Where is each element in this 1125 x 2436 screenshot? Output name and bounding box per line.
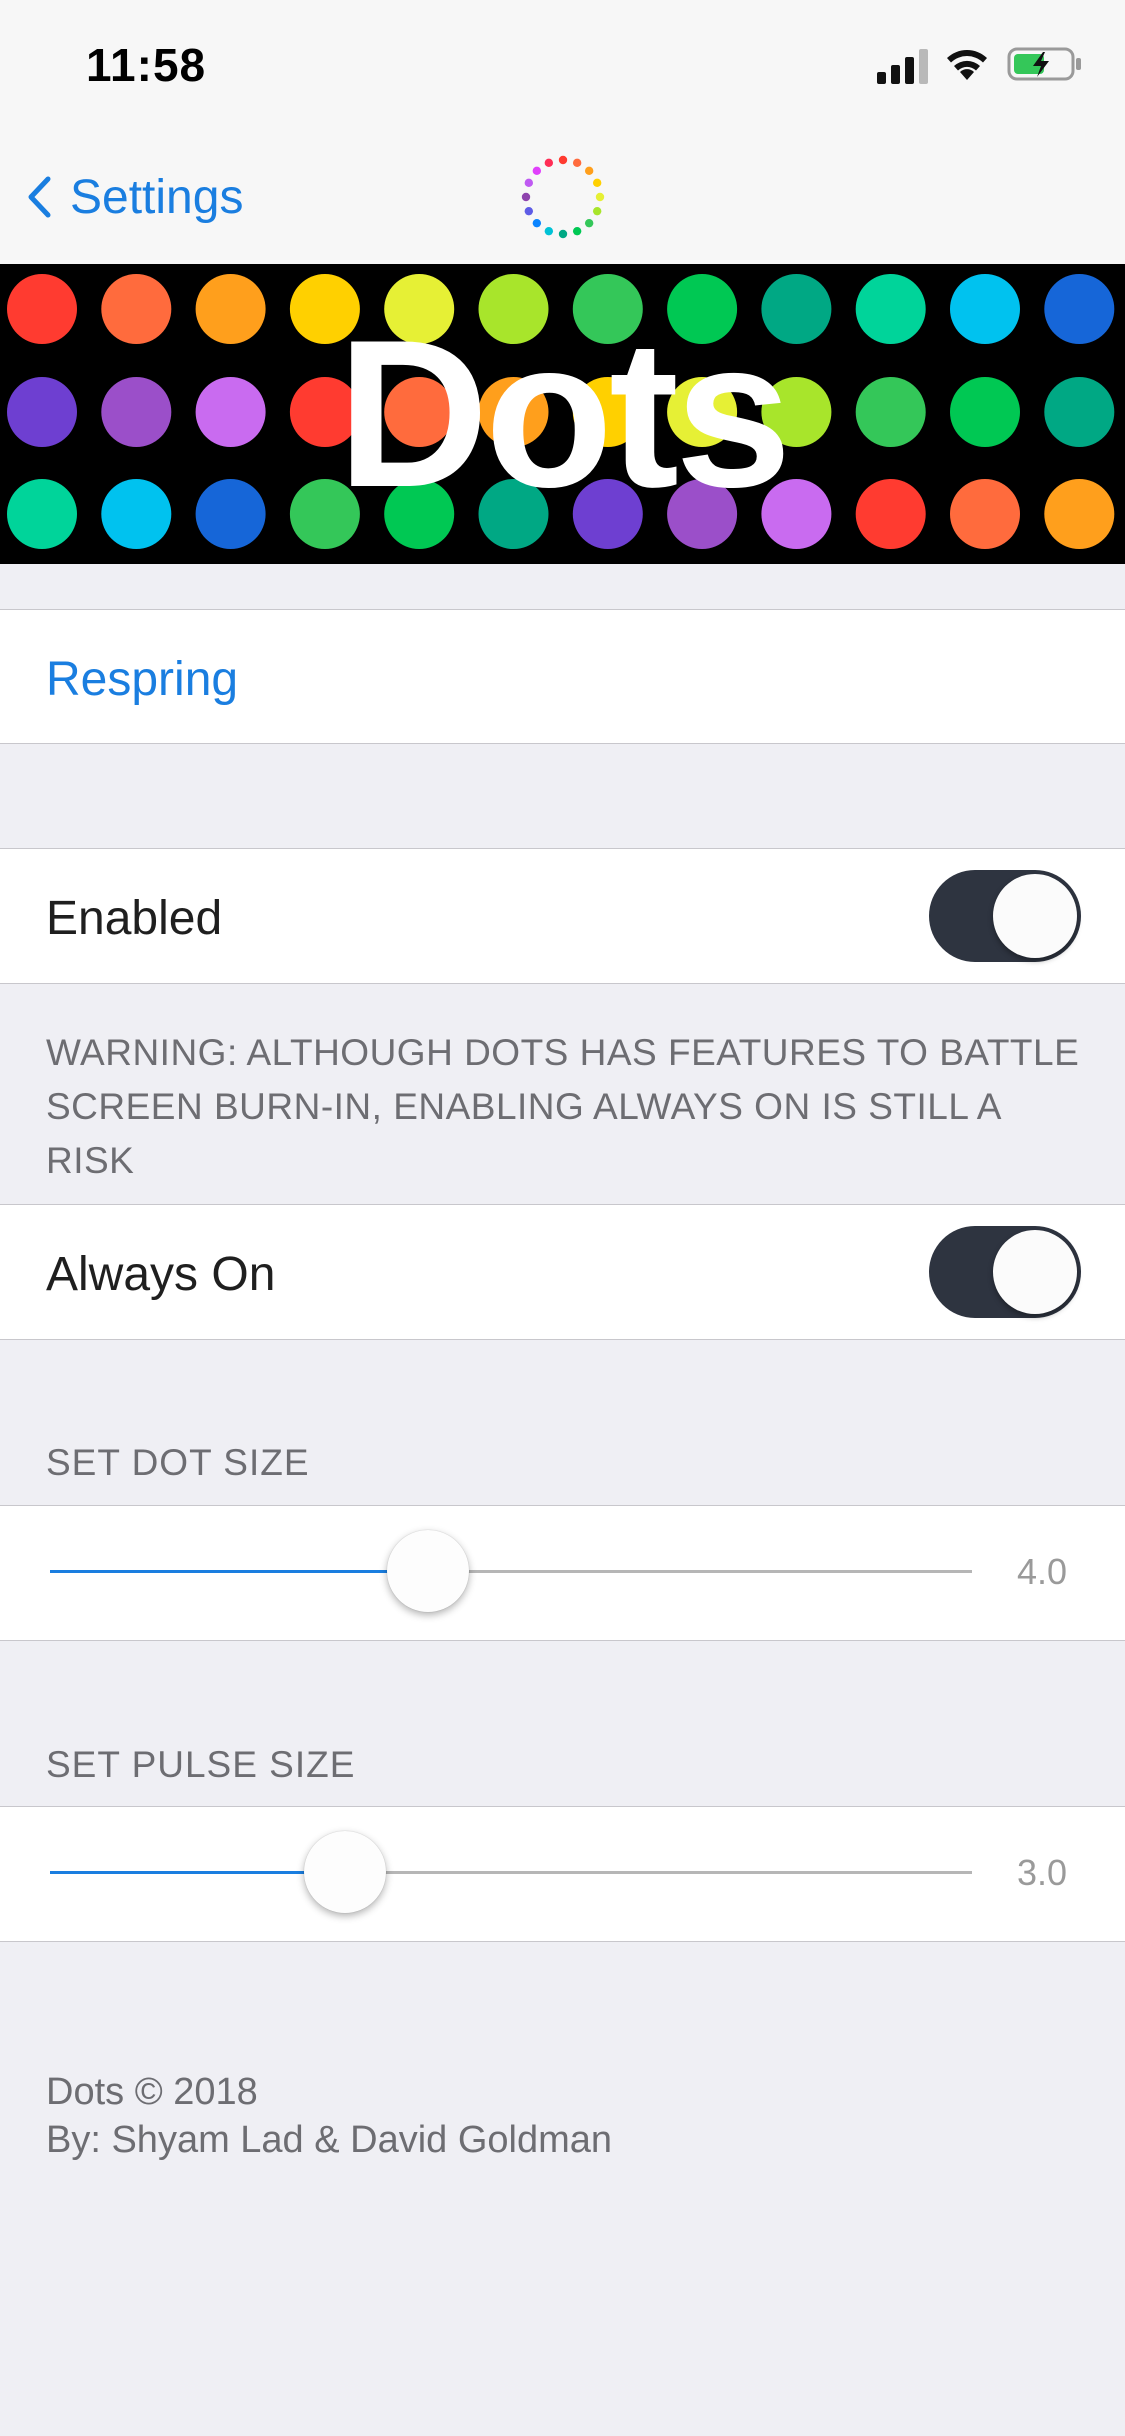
enabled-toggle[interactable] (929, 870, 1081, 962)
logo-dot (584, 166, 594, 176)
logo-dot (532, 166, 542, 176)
logo-dot (592, 206, 602, 216)
dot-size-value: 4.0 (1016, 1551, 1067, 1592)
dot-size-slider-track[interactable] (50, 1530, 972, 1612)
pulse-size-value: 3.0 (1016, 1852, 1067, 1893)
wifi-icon (947, 50, 987, 80)
status-bar: 11:58 (0, 0, 1125, 132)
always-on-toggle[interactable] (929, 1226, 1081, 1318)
battery-charging-icon (1007, 47, 1081, 81)
logo-dot (558, 155, 568, 165)
logo-dot (544, 226, 554, 236)
pulse-size-cell: 3.0 (0, 1806, 1125, 1942)
credits: Dots © 2018 By: Shyam Lad & David Goldma… (46, 2068, 612, 2164)
authors-text: By: Shyam Lad & David Goldman (46, 2119, 613, 2161)
logo-dot (524, 178, 534, 188)
logo-dot (592, 178, 602, 188)
pulse-size-header: SET PULSE SIZE (46, 1744, 356, 1785)
respring-button[interactable]: Respring (46, 652, 238, 707)
dots-banner: Dots (0, 264, 1125, 564)
always-on-cell: Always On (0, 1204, 1125, 1340)
logo-dot (521, 192, 531, 202)
dot-size-header: SET DOT SIZE (46, 1442, 310, 1483)
logo-dot (572, 158, 582, 168)
pulse-size-slider-fill (50, 1871, 346, 1874)
logo-dot (572, 226, 582, 236)
enabled-cell: Enabled (0, 848, 1125, 984)
logo-dot (532, 218, 542, 228)
logo-dot (524, 206, 534, 216)
enabled-toggle-knob (993, 874, 1077, 958)
back-button-label: Settings (70, 170, 244, 224)
dots-logo-icon (521, 155, 605, 239)
logo-dot (558, 229, 568, 239)
pulse-size-slider-track[interactable] (50, 1831, 972, 1913)
dot-size-cell: 4.0 (0, 1505, 1125, 1641)
dot-size-slider-fill (50, 1570, 429, 1573)
banner-title: Dots (337, 296, 792, 531)
dot-size-slider-thumb[interactable] (387, 1530, 470, 1612)
copyright-text: Dots © 2018 (46, 2071, 258, 2113)
navigation-bar: Settings (0, 132, 1125, 264)
chevron-left-icon (28, 176, 51, 218)
warning-text: WARNING: ALTHOUGH DOTS HAS FEATURES TO B… (46, 1032, 1080, 1181)
respring-cell[interactable]: Respring (0, 609, 1125, 744)
back-button[interactable]: Settings (26, 162, 243, 232)
logo-dot (584, 218, 594, 228)
cellular-signal-icon (877, 49, 928, 84)
pulse-size-slider-thumb[interactable] (304, 1831, 387, 1913)
always-on-label: Always On (46, 1248, 276, 1301)
logo-dot (544, 158, 554, 168)
always-on-toggle-knob (993, 1230, 1077, 1314)
enabled-label: Enabled (46, 892, 223, 945)
logo-dot (595, 192, 605, 202)
status-time: 11:58 (86, 39, 207, 91)
